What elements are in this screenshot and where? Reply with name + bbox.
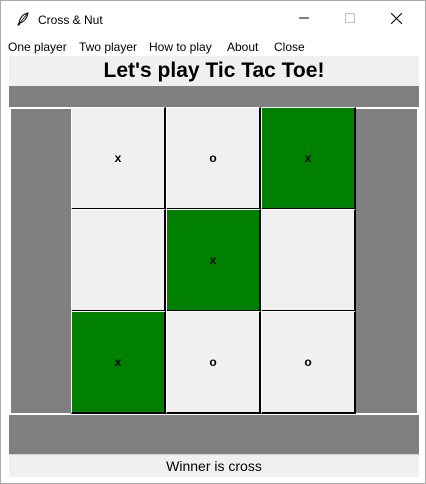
board-cell-0-0[interactable]: x <box>71 107 166 210</box>
minimize-button[interactable] <box>281 1 327 35</box>
maximize-button[interactable] <box>327 1 373 35</box>
menu-how-to-play[interactable]: How to play <box>149 40 212 54</box>
menu-one-player[interactable]: One player <box>8 40 67 54</box>
app-window: Cross & Nut One player Two player How to… <box>0 0 426 484</box>
status-bar: Winner is cross <box>9 454 419 477</box>
window-title: Cross & Nut <box>38 13 103 27</box>
maximize-icon <box>345 13 355 23</box>
board-cell-1-2[interactable] <box>261 209 356 312</box>
menu-bar: One player Two player How to play About … <box>1 36 425 56</box>
menu-about[interactable]: About <box>227 40 258 54</box>
board-cell-2-1[interactable]: o <box>166 311 261 414</box>
close-window-button[interactable] <box>373 1 419 35</box>
close-icon <box>390 12 402 24</box>
menu-close[interactable]: Close <box>274 40 305 54</box>
board-cell-1-0[interactable] <box>71 209 166 312</box>
minimize-icon <box>299 17 309 19</box>
feather-icon <box>16 12 30 26</box>
title-bar[interactable]: Cross & Nut <box>1 1 425 35</box>
board-cell-2-0[interactable]: x <box>71 311 166 414</box>
board-cell-1-1[interactable]: x <box>166 209 261 312</box>
menu-two-player[interactable]: Two player <box>79 40 137 54</box>
game-heading: Let's play Tic Tac Toe! <box>9 56 419 86</box>
board-cell-0-1[interactable]: o <box>166 107 261 210</box>
board-cell-0-2[interactable]: x <box>261 107 356 210</box>
board-cell-2-2[interactable]: o <box>261 311 356 414</box>
game-area: Let's play Tic Tac Toe! x o x x x o o Wi… <box>9 56 419 477</box>
